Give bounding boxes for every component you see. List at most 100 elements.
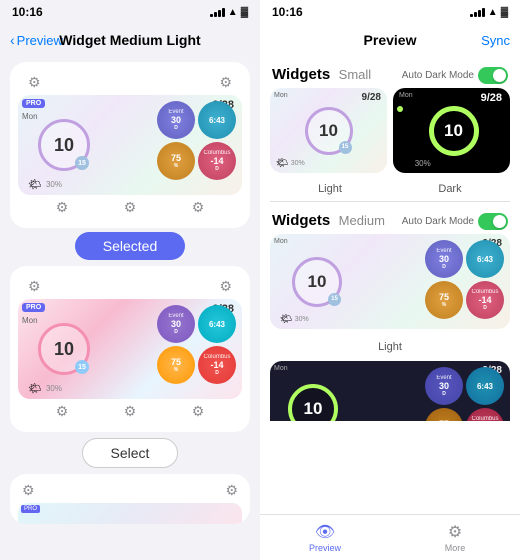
pct-circle-2: 75 % [157,346,195,384]
back-label: Preview [17,33,63,48]
medium-auto-dark-wrap: Auto Dark Mode [402,213,508,230]
gear-icon-1d[interactable]: ⚙ [124,199,137,216]
small-light-pct: 30% [291,160,305,167]
medium-widget-light-wrap[interactable]: Mon 9/28 10 15 Event 30 D 6:43 [270,234,510,329]
right-signal-icon [470,8,485,17]
medium-light-day: Mon [274,238,288,245]
center-circle-2: 10 15 [38,323,90,375]
gear-icon-1e[interactable]: ⚙ [192,199,205,216]
left-status-bar: 10:16 ▲ ▓ [0,0,260,22]
weather-pct-2: 30% [46,384,62,393]
dark-date-num: 9/28 [481,92,502,104]
medium-light-num: 10 [308,272,327,292]
left-status-time: 10:16 [12,5,43,19]
medium-section-header: Widgets Medium Auto Dark Mode [260,204,520,234]
tab-more[interactable]: ⚙ More [390,522,520,553]
pct-circle-1: 75 % [157,142,195,180]
widget-card-1[interactable]: ⚙ ⚙ PRO Mon 9/28 10 15 [10,62,250,228]
small-light-circle-wrap: 10 15 [305,107,353,155]
left-status-icons: ▲ ▓ [210,7,248,18]
small-section-header: Widgets Small Auto Dark Mode [260,58,520,88]
gear-icon-2b[interactable]: ⚙ [219,278,232,295]
left-panel: 10:16 ▲ ▓ ‹ Preview Widget Medium Light … [0,0,260,560]
pro-badge-1: PRO [22,99,45,108]
gear-icon-3b[interactable]: ⚙ [225,482,238,499]
widget-bottom-2: 🌤 30% [28,382,62,395]
right-nav-bar: Preview Sync [260,22,520,58]
small-widget-light: Mon 9/28 10 15 🌤 30% [270,88,387,173]
tab-preview[interactable]: 👁 Preview [260,522,390,553]
small-section-title: Widgets Small [272,66,371,84]
gear-icon-2c[interactable]: ⚙ [56,403,69,420]
col-circle-2: Columbus -14 D [198,346,236,384]
medium-dark-time-circle: 6:43 [466,367,504,405]
pro-badge-2: PRO [22,303,45,312]
right-nav-title: Preview [350,32,430,48]
left-nav-title: Widget Medium Light [59,32,200,48]
small-auto-dark-toggle[interactable] [478,67,508,84]
gear-icon-3a[interactable]: ⚙ [22,482,35,499]
right-scroll-area[interactable]: Widgets Small Auto Dark Mode Mon 9/28 10… [260,58,520,514]
medium-light-pct: 30% [295,316,309,323]
center-num-2: 10 [54,339,74,360]
right-battery-icon: ▓ [501,7,508,18]
dark-bottom: 🌤 30% [399,158,431,169]
back-button[interactable]: ‹ Preview [10,32,63,48]
signal-icon [210,8,225,17]
preview-tab-icon: 👁 [315,522,335,542]
medium-light-bottom: 🌤 30% [280,314,309,325]
time-circle-2: 6:43 [198,305,236,343]
small-auto-dark-wrap: Auto Dark Mode [402,67,508,84]
selected-button[interactable]: Selected [75,232,185,260]
medium-event-circle: Event 30 D [425,240,463,278]
selected-button-wrap: Selected [0,232,260,260]
small-light-num: 10 [319,121,338,141]
gear-icon-1a[interactable]: ⚙ [28,74,41,91]
center-sub-1: 15 [75,156,89,170]
gear-icon-2e[interactable]: ⚙ [192,403,205,420]
gear-row-bottom-1: ⚙ ⚙ ⚙ [18,195,242,220]
gear-icon-2a[interactable]: ⚙ [28,278,41,295]
small-widget-dark: Mon 9/28 10 🌤 30% [393,88,510,173]
dark-circle-wrap: 10 [425,106,479,156]
widget-preview-1: PRO Mon 9/28 10 15 Event 30 D [18,95,242,195]
widget-preview-2: PRO Mon 9/28 10 15 Event 30 D [18,299,242,399]
gear-icon-1c[interactable]: ⚙ [56,199,69,216]
medium-dark-day: Mon [274,365,288,372]
right-status-icons: ▲ ▓ [470,7,508,18]
medium-dark-circle: 10 [288,384,338,422]
left-scroll-area[interactable]: ⚙ ⚙ PRO Mon 9/28 10 15 [0,58,260,560]
dark-day: Mon [399,92,413,99]
back-chevron-icon: ‹ [10,32,15,48]
medium-auto-dark-toggle[interactable] [478,213,508,230]
gear-icon-1b[interactable]: ⚙ [219,74,232,91]
center-sub-2: 15 [75,360,89,374]
medium-dark-circle-wrap: 10 [288,384,338,422]
small-widget-light-wrap[interactable]: Mon 9/28 10 15 🌤 30% [270,88,387,173]
day-label-1: Mon [22,112,38,121]
right-circles-1: Event 30 D 6:43 75 % Columbus -14 D [157,101,236,180]
gear-row-top-1: ⚙ ⚙ [18,70,242,95]
medium-light-sub: 15 [328,293,341,306]
widget-card-3[interactable]: ⚙ ⚙ PRO [10,474,250,524]
gear-row-top-2: ⚙ ⚙ [18,274,242,299]
medium-light-weather-icon: 🌤 [280,314,293,325]
widget-bottom-1: 🌤 30% [28,178,62,191]
col-circle-1: Columbus -14 D [198,142,236,180]
select-button[interactable]: Select [82,438,179,468]
small-light-circle: 10 15 [305,107,353,155]
day-label-2: Mon [22,316,38,325]
weather-pct-1: 30% [46,180,62,189]
gear-row-bottom-2: ⚙ ⚙ ⚙ [18,399,242,424]
medium-widget-dark-wrap[interactable]: Mon 9/28 10 Event 30 D 6:43 [270,361,510,421]
medium-light-circle: 10 15 [292,257,342,307]
center-num-1: 10 [54,135,74,156]
gear-icon-2d[interactable]: ⚙ [124,403,137,420]
small-light-date: 9/28 [362,92,381,103]
center-wrap-1: 10 15 [38,119,90,171]
medium-pct-circle: 75 % [425,281,463,319]
widget-card-2[interactable]: ⚙ ⚙ PRO Mon 9/28 10 15 [10,266,250,432]
wifi-icon: ▲ [228,7,238,18]
small-widget-dark-wrap[interactable]: Mon 9/28 10 🌤 30% [393,88,510,173]
sync-button[interactable]: Sync [430,33,510,48]
